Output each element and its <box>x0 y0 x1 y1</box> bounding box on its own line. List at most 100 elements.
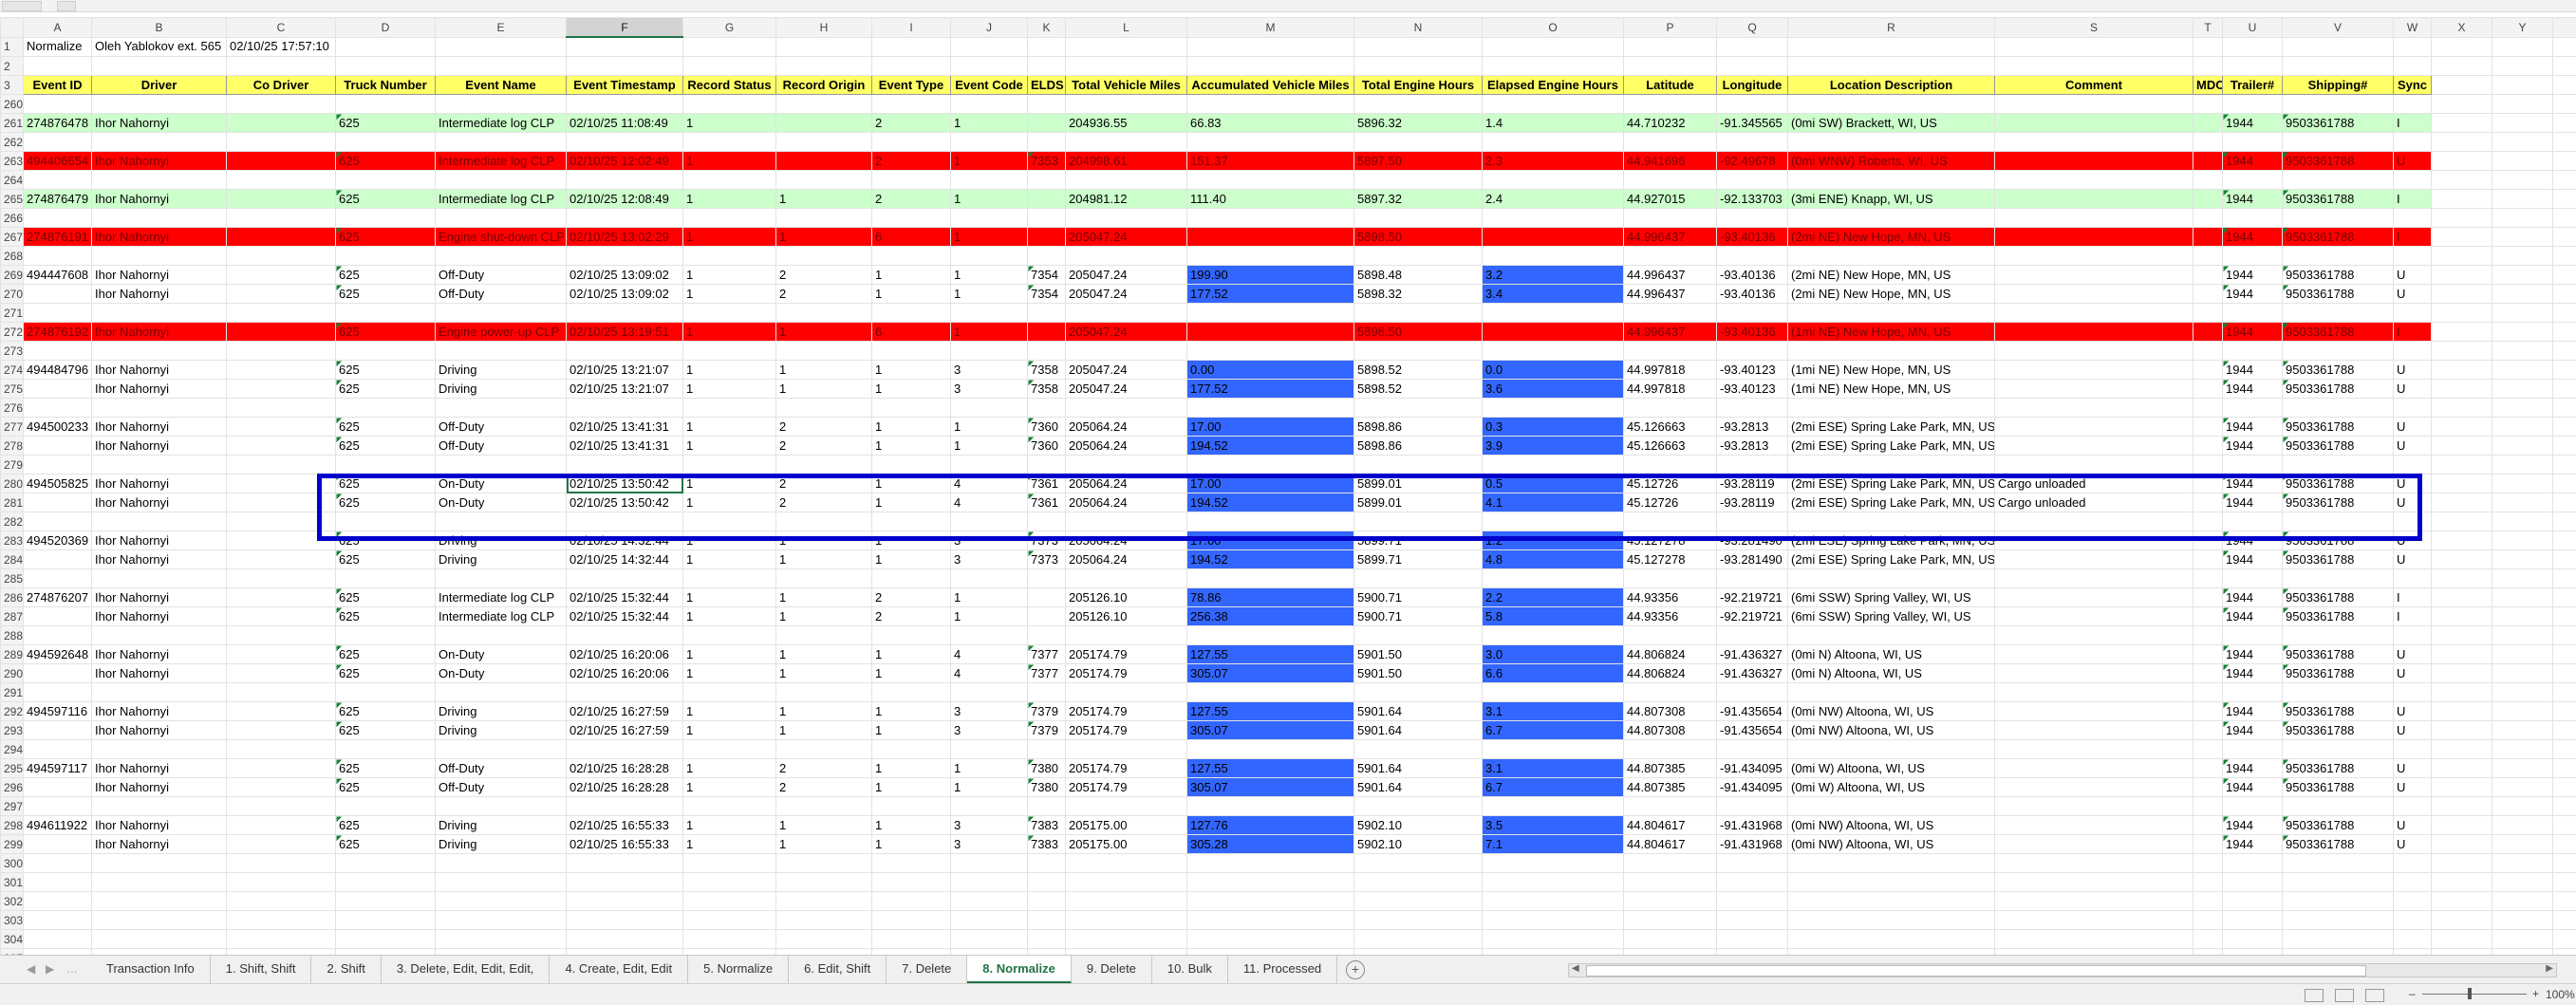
data-cell[interactable]: 02/10/25 15:32:44 <box>567 588 683 607</box>
cell[interactable] <box>1788 873 1995 892</box>
data-cell[interactable]: -91.434095 <box>1717 759 1788 778</box>
cell[interactable] <box>1624 247 1717 266</box>
cell[interactable] <box>2223 512 2283 531</box>
cell[interactable] <box>2432 285 2492 304</box>
data-cell[interactable]: 7373 <box>1028 550 1066 569</box>
data-cell[interactable]: 1 <box>683 664 776 683</box>
row-header[interactable]: 296 <box>1 778 24 797</box>
cell[interactable] <box>683 854 776 873</box>
cell[interactable] <box>2492 759 2553 778</box>
cell[interactable] <box>872 569 951 588</box>
data-cell[interactable]: Ihor Nahornyi <box>92 645 227 664</box>
data-cell[interactable]: 1 <box>683 816 776 835</box>
data-cell[interactable]: 3.0 <box>1483 645 1624 664</box>
cell[interactable] <box>1354 57 1483 76</box>
cell[interactable] <box>951 133 1028 152</box>
data-cell[interactable]: 02/10/25 13:09:02 <box>567 266 683 285</box>
cell[interactable] <box>2193 399 2223 418</box>
data-cell[interactable]: Off-Duty <box>436 437 567 456</box>
cell[interactable] <box>1788 209 1995 228</box>
cell[interactable] <box>2553 361 2576 380</box>
data-cell[interactable]: 5898.50 <box>1354 228 1483 247</box>
formula-button[interactable] <box>57 1 76 11</box>
cell[interactable] <box>92 95 227 114</box>
row-header[interactable]: 262 <box>1 133 24 152</box>
cell[interactable] <box>1788 95 1995 114</box>
tab-more-icon[interactable]: … <box>66 962 78 976</box>
data-cell[interactable]: U <box>2394 816 2432 835</box>
cell[interactable] <box>227 95 336 114</box>
data-cell[interactable] <box>1995 437 2193 456</box>
cell[interactable] <box>872 512 951 531</box>
cell[interactable] <box>2553 607 2576 626</box>
data-cell[interactable]: 625 <box>336 361 436 380</box>
cell[interactable] <box>776 304 872 323</box>
cell[interactable] <box>776 247 872 266</box>
cell[interactable] <box>2394 892 2432 911</box>
data-cell[interactable]: 625 <box>336 323 436 342</box>
data-cell[interactable]: (0mi NW) Altoona, WI, US <box>1788 721 1995 740</box>
cell[interactable] <box>1717 740 1788 759</box>
data-cell[interactable]: Driving <box>436 531 567 550</box>
data-cell[interactable] <box>2193 702 2223 721</box>
cell[interactable] <box>1028 569 1066 588</box>
data-cell[interactable]: 9503361788 <box>2283 607 2394 626</box>
cell[interactable] <box>1717 399 1788 418</box>
cell[interactable] <box>776 740 872 759</box>
data-cell[interactable] <box>24 437 92 456</box>
data-cell[interactable]: -93.281490 <box>1717 531 1788 550</box>
normal-view-icon[interactable] <box>2305 989 2324 1002</box>
data-cell[interactable]: 305.28 <box>1187 835 1354 854</box>
data-cell[interactable]: 9503361788 <box>2283 531 2394 550</box>
data-cell[interactable]: 205064.24 <box>1066 418 1187 437</box>
data-cell[interactable]: 5901.64 <box>1354 702 1483 721</box>
cell[interactable] <box>336 171 436 190</box>
data-cell[interactable]: 44.710232 <box>1624 114 1717 133</box>
cell[interactable] <box>1028 683 1066 702</box>
data-cell[interactable]: 44.927015 <box>1624 190 1717 209</box>
data-cell[interactable] <box>1483 228 1624 247</box>
header-cell[interactable]: Accumulated Vehicle Miles <box>1187 76 1354 95</box>
data-cell[interactable]: 1944 <box>2223 228 2283 247</box>
cell[interactable] <box>436 930 567 949</box>
data-cell[interactable] <box>1995 152 2193 171</box>
cell[interactable] <box>1995 209 2193 228</box>
data-cell[interactable]: 1 <box>872 778 951 797</box>
cell[interactable] <box>436 304 567 323</box>
row-header[interactable]: 269 <box>1 266 24 285</box>
data-cell[interactable] <box>227 475 336 493</box>
data-cell[interactable]: (6mi SSW) Spring Valley, WI, US <box>1788 588 1995 607</box>
data-cell[interactable] <box>2193 228 2223 247</box>
row-header[interactable]: 299 <box>1 835 24 854</box>
cell[interactable] <box>2553 816 2576 835</box>
data-cell[interactable]: -91.436327 <box>1717 664 1788 683</box>
row-header[interactable]: 293 <box>1 721 24 740</box>
data-cell[interactable] <box>2193 437 2223 456</box>
data-cell[interactable]: 1 <box>683 190 776 209</box>
data-cell[interactable]: 205064.24 <box>1066 531 1187 550</box>
data-cell[interactable]: 274876192 <box>24 323 92 342</box>
cell[interactable] <box>2432 361 2492 380</box>
data-cell[interactable]: 9503361788 <box>2283 266 2394 285</box>
cell[interactable] <box>1995 626 2193 645</box>
data-cell[interactable]: (2mi ESE) Spring Lake Park, MN, US <box>1788 493 1995 512</box>
data-cell[interactable]: 3 <box>951 835 1028 854</box>
data-cell[interactable]: 1 <box>776 702 872 721</box>
data-cell[interactable]: 45.127278 <box>1624 550 1717 569</box>
row-header[interactable]: 301 <box>1 873 24 892</box>
cell[interactable] <box>1354 171 1483 190</box>
cell[interactable] <box>436 57 567 76</box>
data-cell[interactable]: On-Duty <box>436 493 567 512</box>
sheet-tab[interactable]: 6. Edit, Shift <box>789 956 887 984</box>
data-cell[interactable]: 1 <box>872 664 951 683</box>
cell[interactable] <box>2492 361 2553 380</box>
data-cell[interactable]: (6mi SSW) Spring Valley, WI, US <box>1788 607 1995 626</box>
cell[interactable] <box>1717 911 1788 930</box>
cell[interactable] <box>683 911 776 930</box>
data-cell[interactable] <box>227 721 336 740</box>
cell[interactable] <box>24 512 92 531</box>
row-header[interactable]: 270 <box>1 285 24 304</box>
data-cell[interactable]: On-Duty <box>436 645 567 664</box>
data-cell[interactable]: Ihor Nahornyi <box>92 380 227 399</box>
cell[interactable] <box>2283 304 2394 323</box>
